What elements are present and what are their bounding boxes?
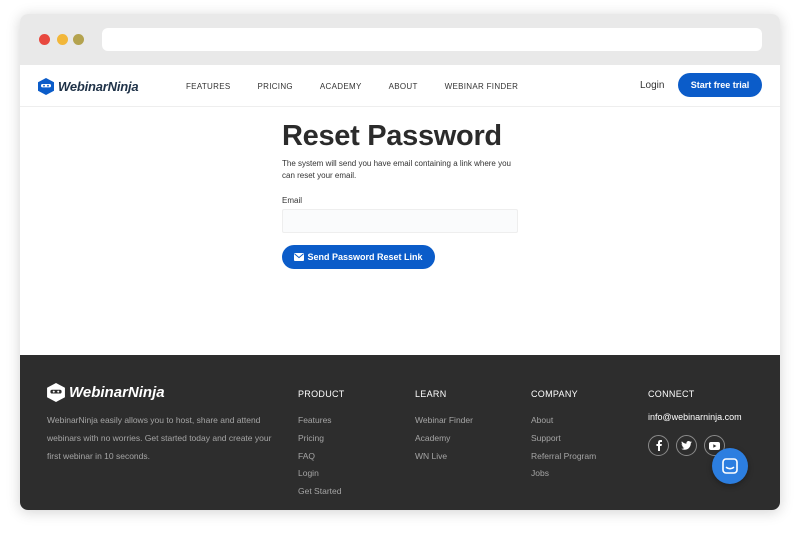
footer-connect-heading: CONNECT [648, 389, 695, 399]
main-menu: FEATURES PRICING ACADEMY ABOUT WEBINAR F… [186, 65, 545, 107]
browser-chrome [20, 14, 780, 65]
footer-link-wn-live[interactable]: WN Live [415, 448, 473, 466]
footer-product: PRODUCT Features Pricing FAQ Login Get S… [298, 389, 345, 501]
footer-link-features[interactable]: Features [298, 412, 345, 430]
youtube-icon [709, 441, 720, 450]
close-window-button[interactable] [39, 34, 50, 45]
ninja-logo-icon [47, 383, 65, 402]
footer-link-webinar-finder[interactable]: Webinar Finder [415, 412, 473, 430]
twitter-icon [681, 441, 692, 450]
reset-description: The system will send you have email cont… [282, 159, 512, 180]
footer-learn: LEARN Webinar Finder Academy WN Live [415, 389, 473, 465]
ninja-logo-icon [38, 77, 54, 95]
nav-webinar-finder[interactable]: WEBINAR FINDER [445, 82, 519, 91]
brand-logo[interactable]: WebinarNinja [38, 77, 139, 95]
chat-icon [722, 458, 738, 474]
maximize-window-button[interactable] [73, 34, 84, 45]
envelope-icon [294, 253, 305, 261]
start-free-trial-button[interactable]: Start free trial [678, 73, 762, 97]
minimize-window-button[interactable] [57, 34, 68, 45]
send-reset-link-button[interactable]: Send Password Reset Link [282, 245, 435, 269]
facebook-icon [655, 440, 662, 451]
footer-link-support[interactable]: Support [531, 430, 596, 448]
footer-product-heading: PRODUCT [298, 389, 345, 399]
nav-features[interactable]: FEATURES [186, 82, 230, 91]
browser-window: WebinarNinja FEATURES PRICING ACADEMY AB… [20, 14, 780, 510]
site-footer: WebinarNinja WebinarNinja easily allows … [20, 355, 780, 510]
footer-about: WebinarNinja easily allows you to host, … [47, 415, 272, 461]
email-label: Email [282, 196, 303, 205]
chat-widget-button[interactable] [712, 448, 748, 484]
address-bar[interactable] [102, 28, 762, 51]
brand-name: WebinarNinja [58, 78, 139, 94]
nav-pricing[interactable]: PRICING [257, 82, 292, 91]
reset-password-form: Reset Password The system will send you … [282, 120, 522, 269]
facebook-link[interactable] [648, 435, 669, 456]
twitter-link[interactable] [676, 435, 697, 456]
nav-academy[interactable]: ACADEMY [320, 82, 362, 91]
send-reset-link-label: Send Password Reset Link [307, 252, 423, 262]
footer-connect: CONNECT info@webinarninja.com [648, 389, 742, 456]
footer-link-get-started[interactable]: Get Started [298, 483, 345, 501]
footer-link-jobs[interactable]: Jobs [531, 465, 596, 483]
login-link[interactable]: Login [640, 80, 664, 91]
footer-brand-name: WebinarNinja [69, 384, 165, 401]
nav-about[interactable]: ABOUT [389, 82, 418, 91]
footer-link-about[interactable]: About [531, 412, 596, 430]
footer-link-academy[interactable]: Academy [415, 430, 473, 448]
email-input[interactable] [282, 209, 518, 233]
footer-company-heading: COMPANY [531, 389, 578, 399]
footer-company: COMPANY About Support Referral Program J… [531, 389, 596, 483]
page-title: Reset Password [282, 120, 502, 152]
footer-link-referral-program[interactable]: Referral Program [531, 448, 596, 466]
top-nav: WebinarNinja FEATURES PRICING ACADEMY AB… [20, 65, 780, 107]
footer-link-pricing[interactable]: Pricing [298, 430, 345, 448]
footer-link-faq[interactable]: FAQ [298, 448, 345, 466]
footer-link-login[interactable]: Login [298, 465, 345, 483]
footer-learn-heading: LEARN [415, 389, 447, 399]
footer-logo[interactable]: WebinarNinja [47, 383, 165, 402]
footer-contact-email[interactable]: info@webinarninja.com [648, 412, 742, 422]
